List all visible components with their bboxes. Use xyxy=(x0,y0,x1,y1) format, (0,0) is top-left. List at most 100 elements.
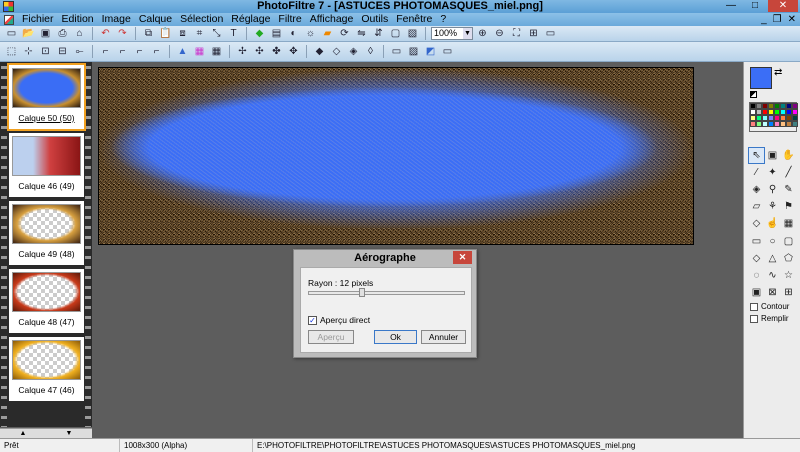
texture-icon[interactable]: ▨ xyxy=(406,45,421,59)
mdi-close-button[interactable]: ✕ xyxy=(788,13,796,26)
crop-icon[interactable]: ⌗ xyxy=(192,27,207,41)
level-icon[interactable]: ▤ xyxy=(269,27,284,41)
maximize-button[interactable]: □ xyxy=(744,0,766,12)
frame-icon[interactable]: ▭ xyxy=(440,45,455,59)
scan-icon[interactable]: ⌂ xyxy=(72,27,87,41)
zoom-select[interactable]: 100% ▼ xyxy=(431,27,473,40)
layer-item[interactable]: Calque 50 (50) xyxy=(7,63,86,131)
effect-icon[interactable]: ◩ xyxy=(423,45,438,59)
picker-icon[interactable]: ⁄ xyxy=(749,165,764,180)
fullscreen-icon[interactable]: ▭ xyxy=(543,27,558,41)
shape-1-icon[interactable]: ⌐ xyxy=(98,45,113,59)
invert-icon[interactable]: ⊟ xyxy=(55,45,70,59)
default-colors-icon[interactable] xyxy=(750,91,757,98)
select-all-icon[interactable]: ⊡ xyxy=(38,45,53,59)
print-icon[interactable]: ⎙ xyxy=(55,27,70,41)
layer-item[interactable]: Calque 49 (48) xyxy=(9,201,84,265)
menu-item-6[interactable]: Filtre xyxy=(274,13,305,26)
grid-icon[interactable]: ⊞ xyxy=(781,285,796,300)
polygon-icon[interactable]: ⬠ xyxy=(781,251,796,266)
ok-button[interactable]: Ok xyxy=(374,330,417,344)
smudge-icon[interactable]: ☝ xyxy=(765,216,780,231)
scroll-down-icon[interactable]: ▼ xyxy=(66,429,73,438)
chart-icon[interactable]: ▲ xyxy=(175,45,190,59)
palette-swatch[interactable] xyxy=(792,121,798,127)
radius-slider-thumb[interactable] xyxy=(359,288,365,297)
blur-1-icon[interactable]: ◆ xyxy=(312,45,327,59)
radius-slider-track[interactable] xyxy=(308,291,465,295)
hand-icon[interactable]: ✋ xyxy=(781,148,796,163)
sharpen-1-icon[interactable]: ◈ xyxy=(346,45,361,59)
rectangle-icon[interactable]: ▭ xyxy=(749,234,764,249)
brightness-icon[interactable]: ☼ xyxy=(303,27,318,41)
layer-new-icon[interactable]: ▧ xyxy=(405,27,420,41)
menu-item-1[interactable]: Edition xyxy=(58,13,98,26)
brush-icon[interactable]: ✎ xyxy=(781,182,796,197)
spray-icon[interactable]: ⚲ xyxy=(765,182,780,197)
preview-button[interactable]: Aperçu xyxy=(308,330,354,344)
layer-item[interactable]: Calque 46 (49) xyxy=(9,133,84,197)
fit-icon[interactable]: ⛶ xyxy=(509,27,524,41)
shape-3-icon[interactable]: ⌐ xyxy=(132,45,147,59)
zoom-out-icon[interactable]: ⊖ xyxy=(492,27,507,41)
pattern-rect-icon[interactable]: ▣ xyxy=(749,285,764,300)
mdi-minimize-button[interactable]: _ xyxy=(761,13,767,26)
fill-checkbox[interactable] xyxy=(750,314,758,323)
cancel-button[interactable]: Annuler xyxy=(421,330,466,344)
gradient-icon[interactable]: ▰ xyxy=(320,27,335,41)
menu-item-2[interactable]: Image xyxy=(98,13,135,26)
drop-3-icon[interactable]: ✤ xyxy=(269,45,284,59)
ellipse-icon[interactable]: ○ xyxy=(765,234,780,249)
canvas-icon[interactable]: ▢ xyxy=(388,27,403,41)
drop-4-icon[interactable]: ✥ xyxy=(286,45,301,59)
scroll-up-icon[interactable]: ▲ xyxy=(20,429,27,438)
diamond-icon[interactable]: ◇ xyxy=(749,251,764,266)
new-icon[interactable]: ▭ xyxy=(4,27,19,41)
layer-scrollbar[interactable]: ▲ ▼ xyxy=(0,428,92,438)
live-preview-option[interactable]: ✓ Aperçu direct xyxy=(308,315,370,325)
select-icon[interactable]: ⇖ xyxy=(748,147,765,164)
contrast-icon[interactable]: ◐ xyxy=(286,27,301,41)
mirror-icon[interactable]: ⇵ xyxy=(371,27,386,41)
shape-4-icon[interactable]: ⌐ xyxy=(149,45,164,59)
triangle-icon[interactable]: △ xyxy=(765,251,780,266)
lasso-icon[interactable]: ◌ xyxy=(749,268,764,283)
clone-icon[interactable]: ⚘ xyxy=(765,199,780,214)
wand-icon[interactable]: ✦ xyxy=(765,165,780,180)
bezier-icon[interactable]: ∿ xyxy=(765,268,780,283)
paste-icon[interactable]: 📋 xyxy=(158,27,173,41)
layer-item[interactable]: Calque 47 (46) xyxy=(9,337,84,401)
color-icon[interactable]: ▦ xyxy=(192,45,207,59)
undo-icon[interactable]: ↶ xyxy=(98,27,113,41)
menu-item-4[interactable]: Sélection xyxy=(176,13,227,26)
save-icon[interactable]: ▣ xyxy=(38,27,53,41)
actual-size-icon[interactable]: ⊞ xyxy=(526,27,541,41)
select-move-icon[interactable]: ⊹ xyxy=(21,45,36,59)
contour-checkbox[interactable] xyxy=(750,302,758,311)
close-icon[interactable]: ✕ xyxy=(453,251,472,264)
layer-icon[interactable]: ▣ xyxy=(765,148,780,163)
drop-1-icon[interactable]: ✢ xyxy=(235,45,250,59)
swap-colors-icon[interactable]: ⇄ xyxy=(774,67,782,78)
open-icon[interactable]: 📂 xyxy=(21,27,36,41)
sharpen-2-icon[interactable]: ◊ xyxy=(363,45,378,59)
emboss-icon[interactable]: ▭ xyxy=(389,45,404,59)
zoom-in-icon[interactable]: ⊕ xyxy=(475,27,490,41)
stamp-icon[interactable]: ⚑ xyxy=(781,199,796,214)
chevron-down-icon[interactable]: ▼ xyxy=(463,28,472,39)
menu-item-5[interactable]: Réglage xyxy=(227,13,274,26)
rotate-icon[interactable]: ⟳ xyxy=(337,27,352,41)
document-icon[interactable] xyxy=(4,14,14,25)
foreground-color[interactable] xyxy=(750,67,772,89)
feather-icon[interactable]: ⟜ xyxy=(72,45,87,59)
pattern-icon[interactable]: ▦ xyxy=(781,216,796,231)
select-rect-icon[interactable]: ⬚ xyxy=(4,45,19,59)
close-button[interactable]: ✕ xyxy=(768,0,798,12)
resize-icon[interactable]: ⤡ xyxy=(209,27,224,41)
text-icon[interactable]: T xyxy=(226,27,241,41)
paste-new-icon[interactable]: ⧈ xyxy=(175,27,190,41)
blur-2-icon[interactable]: ◇ xyxy=(329,45,344,59)
layer-item[interactable]: Calque 48 (47) xyxy=(9,269,84,333)
eraser-icon[interactable]: ▱ xyxy=(749,199,764,214)
auto-icon[interactable]: ◆ xyxy=(252,27,267,41)
